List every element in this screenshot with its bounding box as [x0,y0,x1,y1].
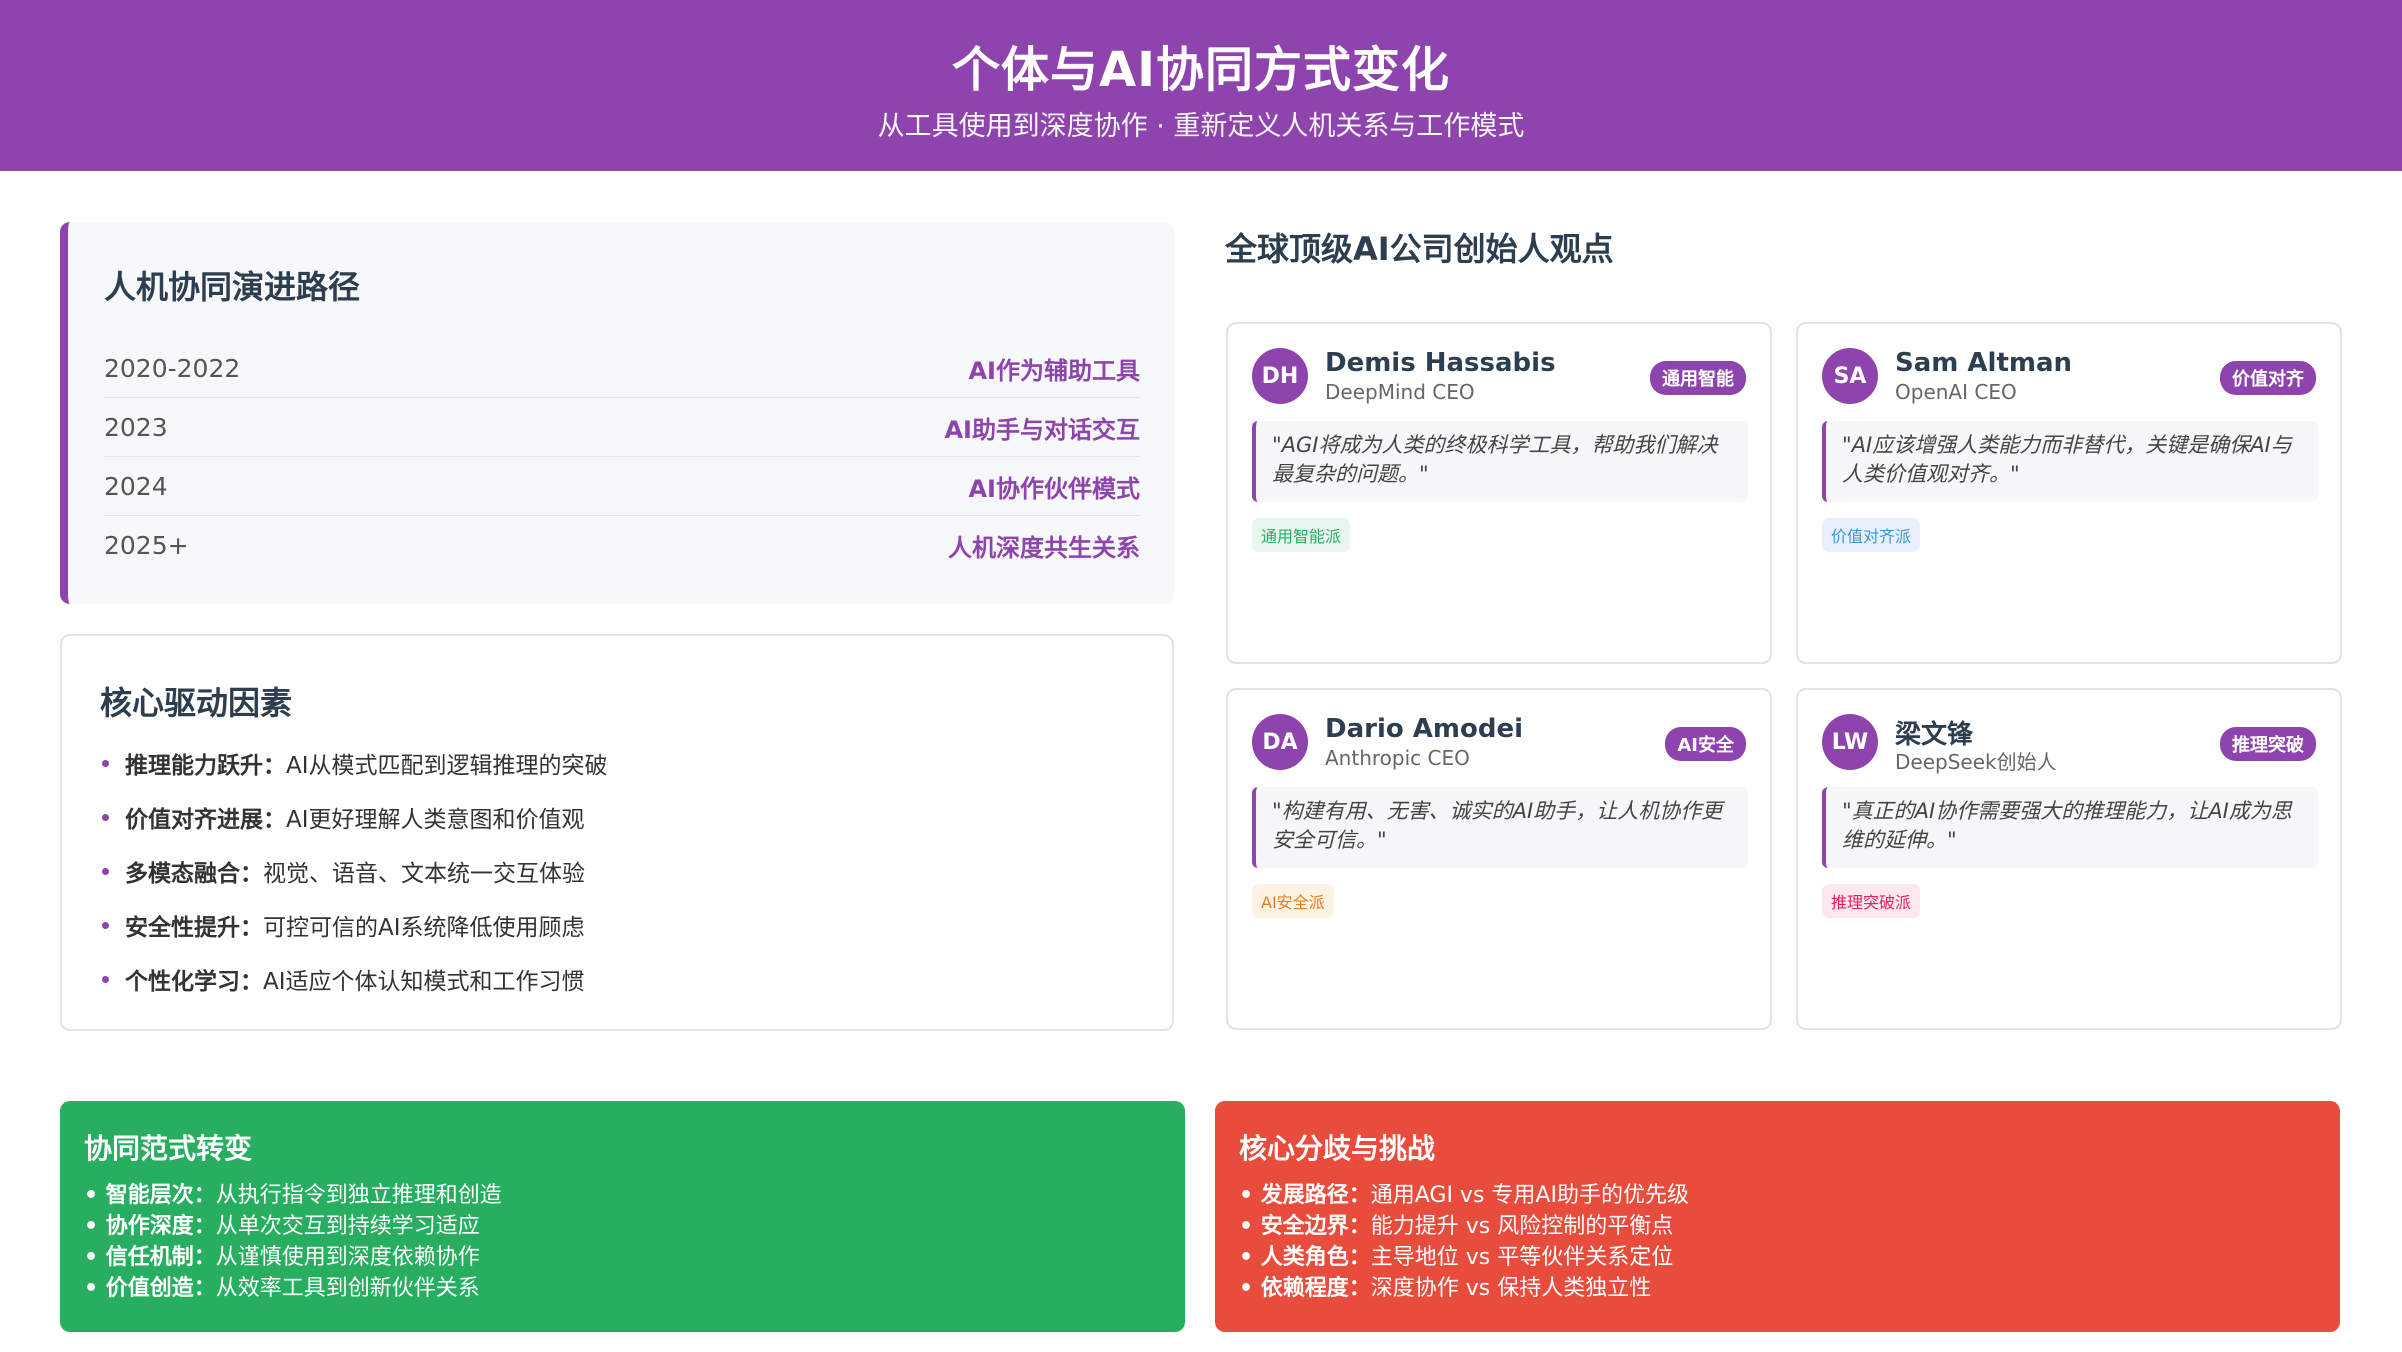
timeline-row: 2023 AI助手与对话交互 [104,398,1140,457]
drivers-card: 核心驱动因素 推理能力跃升： AI从模式匹配到逻辑推理的突破 价值对齐进展： AI更好… [60,634,1174,1031]
challenges-panel: 核心分歧与挑战 • 发展路径：通用AGI vs 专用AI助手的优先级 • 安全边界… [1215,1101,2340,1332]
driver-text: AI适应个体认知模式和工作习惯 [263,969,585,995]
paradigm-item-text: 从效率工具到创新伙伴关系 [215,1276,480,1301]
driver-item: 推理能力跃升： AI从模式匹配到逻辑推理的突破 [100,746,608,780]
challenges-item-text: 能力提升 vs 风险控制的平衡点 [1370,1214,1674,1239]
timeline-stage-label: AI作为辅助工具 [968,356,1140,385]
founder-quote: "AI应该增强人类能力而非替代，关键是确保AI与人类价值观对齐。" [1822,421,2318,502]
paradigm-item: • 智能层次：从执行指令到独立推理和创造 [84,1177,502,1209]
challenges-item: • 发展路径：通用AGI vs 专用AI助手的优先级 [1239,1177,1689,1209]
challenges-item-key: • 安全边界： [1239,1214,1371,1239]
founder-role: Anthropic CEO [1325,746,1470,770]
founder-name: Sam Altman [1895,348,2073,378]
header-banner: 个体与AI协同方式变化 从工具使用到深度协作 · 重新定义人机关系与工作模式 [0,0,2402,171]
founder-quote: "AGI将成为人类的终极科学工具，帮助我们解决最复杂的问题。" [1252,421,1748,502]
driver-text: AI更好理解人类意图和价值观 [286,807,585,833]
founder-name: Dario Amodei [1325,714,1524,744]
driver-key: 多模态融合： [125,861,263,887]
driver-item: 个性化学习： AI适应个体认知模式和工作习惯 [100,962,585,996]
avatar: DA [1252,714,1308,770]
founder-role: DeepSeek创始人 [1895,750,2057,774]
founder-card: DH Demis Hassabis DeepMind CEO 通用智能 "AGI将成为人… [1226,322,1772,664]
bullet-dot-icon [102,921,109,929]
founders-title: 全球顶级AI公司创始人观点 [1225,230,1614,268]
founder-card: DA Dario Amodei Anthropic CEO AI安全 "构建有用、无害、… [1226,688,1772,1030]
paradigm-item: • 协作深度：从单次交互到持续学习适应 [84,1208,480,1240]
timeline-year: 2020-2022 [104,353,241,383]
focus-badge: 价值对齐 [2220,361,2316,395]
paradigm-item-key: • 智能层次： [84,1183,216,1208]
challenges-title: 核心分歧与挑战 [1239,1132,1436,1165]
challenges-item-text: 深度协作 vs 保持人类独立性 [1370,1276,1652,1301]
timeline-stage-label: 人机深度共生关系 [948,534,1140,562]
paradigm-item-key: • 信任机制： [84,1245,216,1270]
paradigm-title: 协同范式转变 [84,1132,253,1165]
bullet-dot-icon [102,759,109,767]
focus-badge: AI安全 [1665,727,1746,761]
challenges-item: • 人类角色：主导地位 vs 平等伙伴关系定位 [1239,1239,1673,1271]
avatar: DH [1252,348,1308,404]
school-tag: 价值对齐派 [1822,518,1921,552]
school-tag: AI安全派 [1252,884,1334,918]
driver-key: 个性化学习： [125,969,263,995]
driver-text: 视觉、语音、文本统一交互体验 [263,861,585,887]
driver-text: 可控可信的AI系统降低使用顾虑 [263,915,585,941]
founder-card: SA Sam Altman OpenAI CEO 价值对齐 "AI应该增强人类能力而非替… [1796,322,2342,664]
paradigm-item: • 信任机制：从谨慎使用到深度依赖协作 [84,1239,480,1271]
focus-badge: 推理突破 [2220,727,2316,761]
timeline-title: 人机协同演进路径 [104,268,361,306]
page-title: 个体与AI协同方式变化 [951,42,1450,98]
paradigm-item: • 价值创造：从效率工具到创新伙伴关系 [84,1270,480,1302]
challenges-item-key: • 人类角色： [1239,1245,1371,1270]
drivers-title: 核心驱动因素 [100,684,293,722]
challenges-item: • 安全边界：能力提升 vs 风险控制的平衡点 [1239,1208,1673,1240]
school-tag: 推理突破派 [1822,884,1921,918]
challenges-item-text: 通用AGI vs 专用AI助手的优先级 [1370,1183,1689,1208]
founder-quote: "构建有用、无害、诚实的AI助手，让人机协作更安全可信。" [1252,787,1748,868]
timeline-row: 2025+ 人机深度共生关系 [104,516,1140,575]
founder-name: Demis Hassabis [1325,348,1556,378]
school-tag: 通用智能派 [1252,518,1351,552]
paradigm-panel: 协同范式转变 • 智能层次：从执行指令到独立推理和创造 • 协作深度：从单次交互到… [60,1101,1185,1332]
paradigm-item-text: 从谨慎使用到深度依赖协作 [215,1245,480,1270]
driver-key: 推理能力跃升： [125,753,286,779]
timeline-stage-label: AI协作伙伴模式 [968,474,1140,503]
driver-item: 安全性提升： 可控可信的AI系统降低使用顾虑 [100,908,585,942]
driver-item: 多模态融合： 视觉、语音、文本统一交互体验 [100,854,585,888]
founder-card: LW 梁文锋 DeepSeek创始人 推理突破 "真正的AI协作需要强大的推理能力，让A… [1796,688,2342,1030]
bullet-dot-icon [102,867,109,875]
challenges-item-key: • 发展路径： [1239,1183,1371,1208]
timeline-year: 2023 [104,412,168,442]
challenges-item: • 依赖程度：深度协作 vs 保持人类独立性 [1239,1270,1651,1302]
timeline-year: 2024 [104,471,168,501]
page: 个体与AI协同方式变化 从工具使用到深度协作 · 重新定义人机关系与工作模式 人… [0,0,2402,1352]
paradigm-item-text: 从执行指令到独立推理和创造 [215,1183,502,1208]
paradigm-item-key: • 协作深度： [84,1214,216,1239]
bullet-dot-icon [102,975,109,983]
challenges-item-text: 主导地位 vs 平等伙伴关系定位 [1370,1245,1674,1270]
page-subtitle: 从工具使用到深度协作 · 重新定义人机关系与工作模式 [877,111,1525,142]
driver-key: 价值对齐进展： [125,807,286,833]
timeline-row: 2020-2022 AI作为辅助工具 [104,339,1140,398]
timeline-card: 人机协同演进路径 2020-2022 AI作为辅助工具 2023 AI助手与对话交互 2… [60,222,1174,604]
avatar: LW [1822,714,1878,770]
timeline-stage-label: AI助手与对话交互 [944,415,1140,444]
driver-key: 安全性提升： [125,915,263,941]
avatar: SA [1822,348,1878,404]
bullet-dot-icon [102,813,109,821]
founder-role: DeepMind CEO [1325,380,1475,404]
timeline-year: 2025+ [104,531,189,560]
paradigm-item-text: 从单次交互到持续学习适应 [215,1214,480,1239]
timeline-row: 2024 AI协作伙伴模式 [104,457,1140,516]
paradigm-item-key: • 价值创造： [84,1276,216,1301]
founder-role: OpenAI CEO [1895,380,2017,404]
driver-item: 价值对齐进展： AI更好理解人类意图和价值观 [100,800,585,834]
focus-badge: 通用智能 [1650,361,1746,395]
founder-quote: "真正的AI协作需要强大的推理能力，让AI成为思维的延伸。" [1822,787,2318,868]
driver-text: AI从模式匹配到逻辑推理的突破 [286,753,608,779]
challenges-item-key: • 依赖程度： [1239,1276,1371,1301]
